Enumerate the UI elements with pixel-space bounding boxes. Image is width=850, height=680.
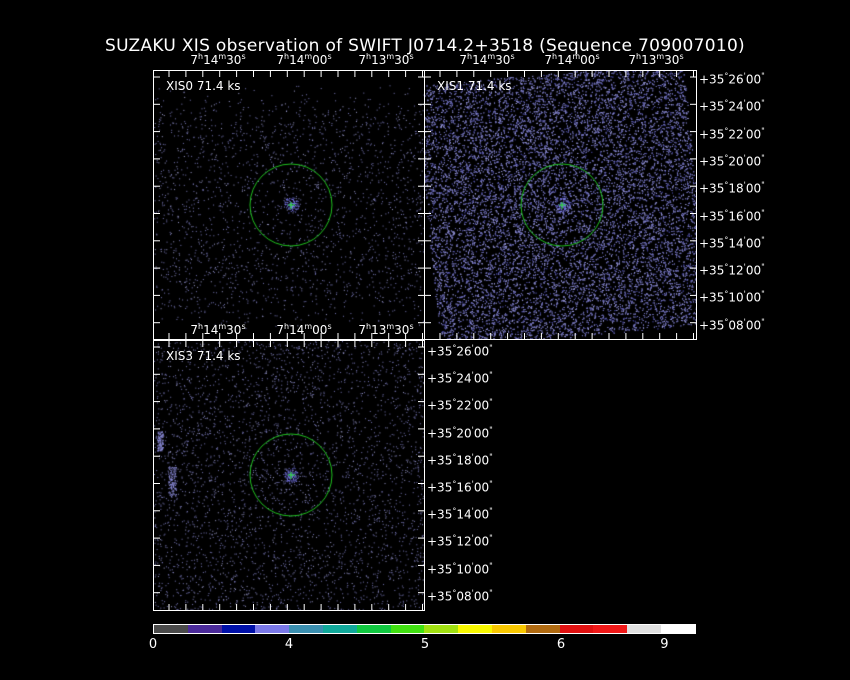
colorbar-swatch <box>660 625 695 633</box>
colorbar-swatch <box>154 625 188 633</box>
dec-tick-label: +35°14'00" <box>427 506 493 522</box>
ra-tick-label: 7h14m00s <box>544 52 600 67</box>
xis3-panel: XIS3 71.4 ks <box>153 340 425 611</box>
ra-tick-label: 7h14m00s <box>276 52 332 67</box>
dec-tick-label: +35°26'00" <box>699 71 765 87</box>
xis0-label: XIS0 71.4 ks <box>166 79 241 93</box>
colorbar-swatch <box>187 625 222 633</box>
colorbar-swatch <box>221 625 256 633</box>
ra-tick-label: 7h13m30s <box>628 52 684 67</box>
dec-tick-label: +35°20'00" <box>699 153 765 169</box>
plot-title: SUZAKU XIS observation of SWIFT J0714.2+… <box>105 36 745 56</box>
dec-tick-label: +35°10'00" <box>699 289 765 305</box>
colorbar-swatch <box>356 625 391 633</box>
colorbar-swatch <box>255 625 290 633</box>
dec-tick-label: +35°08'00" <box>699 317 765 333</box>
dec-tick-label: +35°24'00" <box>699 98 765 114</box>
colorbar-label: 4 <box>284 637 294 652</box>
colorbar-label: 9 <box>660 637 669 652</box>
dec-tick-label: +35°08'00" <box>427 588 493 604</box>
dec-tick-label: +35°12'00" <box>427 533 493 549</box>
colorbar-swatch <box>390 625 425 633</box>
colorbar-swatch <box>593 625 628 633</box>
dec-tick-label: +35°16'00" <box>699 208 765 223</box>
xis1-image <box>425 71 696 339</box>
colorbar-swatch <box>289 625 323 633</box>
xis3-label: XIS3 71.4 ks <box>166 349 241 363</box>
xis3-image <box>154 341 424 610</box>
colorbar-label: 5 <box>420 637 430 652</box>
colorbar-label: 6 <box>556 637 566 652</box>
colorbar-swatch <box>491 625 526 633</box>
dec-tick-label: +35°22'00" <box>699 126 765 142</box>
colorbar-swatch <box>627 625 661 633</box>
colorbar <box>153 624 696 634</box>
ra-tick-label: 7h13m30s <box>358 52 414 67</box>
dec-tick-label: +35°16'00" <box>427 479 493 495</box>
xis0-image <box>154 71 424 339</box>
colorbar-swatch <box>322 625 357 633</box>
dec-tick-label: +35°20'00" <box>427 425 493 441</box>
dec-tick-label: +35°24'00" <box>427 370 493 386</box>
colorbar-swatch <box>559 625 594 633</box>
dec-tick-label: +35°12'00" <box>699 262 765 278</box>
dec-tick-label: +35°14'00" <box>699 235 765 251</box>
dec-tick-label: +35°26'00" <box>427 343 493 359</box>
xis0-panel: XIS0 71.4 ks <box>153 70 425 340</box>
dec-tick-label: +35°18'00" <box>699 180 765 196</box>
dec-tick-label: +35°10'00" <box>427 561 493 577</box>
ra-tick-label: 7h14m30s <box>190 322 246 337</box>
xis1-label: XIS1 71.4 ks <box>437 79 512 93</box>
dec-tick-label: +35°22'00" <box>427 397 493 413</box>
ra-tick-label: 7h13m30s <box>358 322 414 337</box>
colorbar-swatch <box>458 625 492 633</box>
colorbar-label: 0 <box>148 637 158 652</box>
ra-tick-label: 7h14m00s <box>276 322 332 337</box>
colorbar-swatch <box>525 625 560 633</box>
dec-tick-label: +35°18'00" <box>427 452 493 468</box>
colorbar-swatch <box>424 625 459 633</box>
ra-tick-label: 7h14m30s <box>459 52 515 67</box>
xis1-panel: XIS1 71.4 ks <box>424 70 697 340</box>
ra-tick-label: 7h14m30s <box>190 52 246 67</box>
